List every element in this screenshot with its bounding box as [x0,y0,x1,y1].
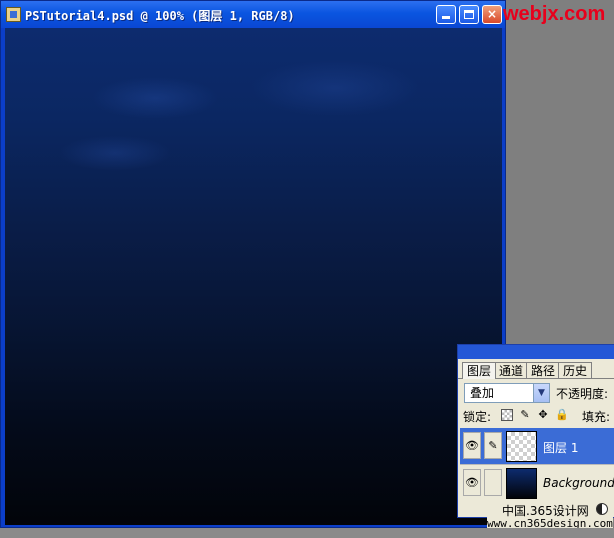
fill-label: 填充: [582,410,611,424]
document-titlebar[interactable]: PSTutorial4.psd @ 100% (图层 1, RGB/8) × [1,1,505,28]
layers-list: 👁 ✎ 图层 1 👁 Background [460,428,614,503]
lock-pixels-icon[interactable]: ✎ [519,409,531,421]
brush-icon[interactable]: ✎ [484,432,502,459]
eye-icon[interactable]: 👁 [463,432,481,459]
blend-mode-select[interactable]: 叠加 ▼ [464,383,550,403]
panel-titlebar[interactable] [458,345,614,359]
watermark-top: webjx.com [503,3,606,25]
eye-icon[interactable]: 👁 [463,469,481,496]
opacity-label: 不透明度: [556,387,609,401]
layers-panel: 图层 通道 路径 历史 叠加 ▼ 不透明度: 锁定: ✎ ✥ 🔒 填充: 👁 ✎ 图层… [457,344,614,518]
photoshop-document-icon [6,7,21,22]
minimize-button[interactable] [436,5,456,24]
blend-mode-value: 叠加 [470,386,495,400]
lock-transparency-icon[interactable] [501,409,513,421]
lock-position-icon[interactable]: ✥ [537,409,549,421]
close-icon: × [486,7,498,21]
link-cell[interactable] [484,469,502,496]
layer-row-layer1[interactable]: 👁 ✎ 图层 1 [460,428,614,465]
minimize-icon [442,16,450,19]
layer-row-background[interactable]: 👁 Background [460,465,614,502]
tab-history[interactable]: 历史 [558,362,593,379]
close-button[interactable]: × [482,5,502,24]
tab-layers[interactable]: 图层 [462,362,497,379]
tab-paths[interactable]: 路径 [526,362,561,379]
workspace-bottom [0,528,614,538]
layer-thumbnail [506,431,537,462]
document-window: PSTutorial4.psd @ 100% (图层 1, RGB/8) × [0,0,506,528]
lock-label: 锁定: [463,410,492,424]
lock-all-icon[interactable]: 🔒 [555,409,569,421]
maximize-icon [464,10,474,19]
layer-name[interactable]: 图层 1 [543,439,578,456]
maximize-button[interactable] [459,5,479,24]
chevron-down-icon[interactable]: ▼ [533,384,549,402]
image-canvas[interactable] [5,28,502,525]
layer-thumbnail [506,468,537,499]
adjustment-layer-icon[interactable] [596,503,608,515]
tab-channels[interactable]: 通道 [494,362,529,379]
document-title: PSTutorial4.psd @ 100% (图层 1, RGB/8) [25,9,295,23]
layer-name[interactable]: Background [543,476,614,490]
panel-tabs: 图层 通道 路径 历史 [462,362,593,379]
